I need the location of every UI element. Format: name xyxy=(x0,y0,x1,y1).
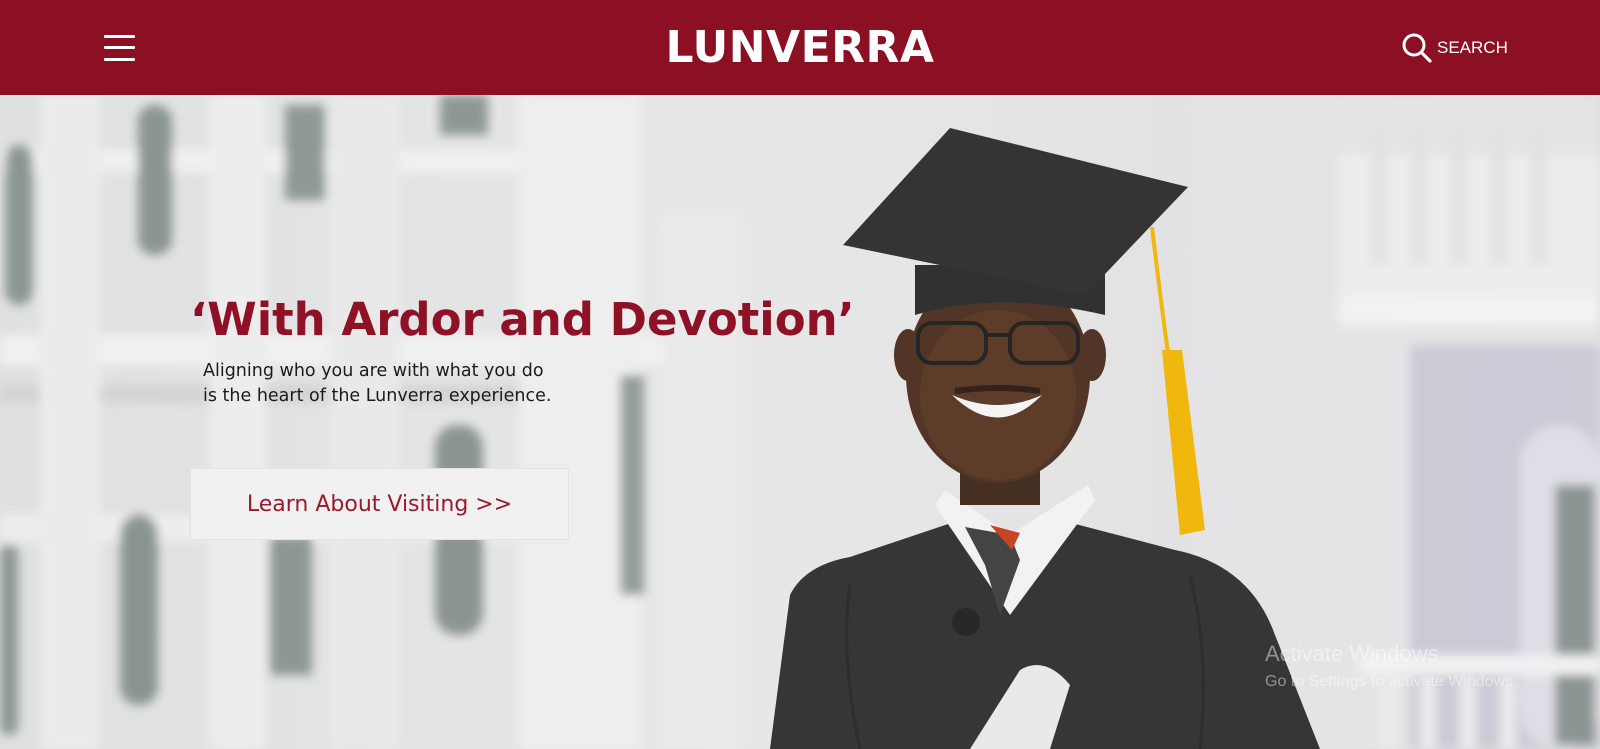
search-icon xyxy=(1402,33,1432,63)
watermark-title: Activate Windows xyxy=(1265,641,1439,666)
watermark-subtitle: Go to Settings to activate Windows. xyxy=(1265,673,1518,690)
site-logo[interactable]: LUNVERRA xyxy=(0,22,1600,73)
search-button[interactable]: SEARCH xyxy=(1401,31,1508,65)
windows-activation-watermark: Activate Windows Go to Settings to activ… xyxy=(1265,641,1518,691)
search-label: SEARCH xyxy=(1437,38,1508,57)
hero-subtext-line-1: Aligning who you are with what you do xyxy=(203,361,544,381)
learn-about-visiting-button[interactable]: Learn About Visiting >> xyxy=(190,468,569,540)
site-header: LUNVERRA SEARCH xyxy=(0,0,1600,95)
hero-subtext: Aligning who you are with what you do is… xyxy=(203,359,623,409)
hero-subtext-line-2: is the heart of the Lunverra experience. xyxy=(203,386,552,406)
hero-section: ‘With Ardor and Devotion’ Aligning who y… xyxy=(0,95,1600,749)
hero-headline: ‘With Ardor and Devotion’ xyxy=(190,293,855,346)
